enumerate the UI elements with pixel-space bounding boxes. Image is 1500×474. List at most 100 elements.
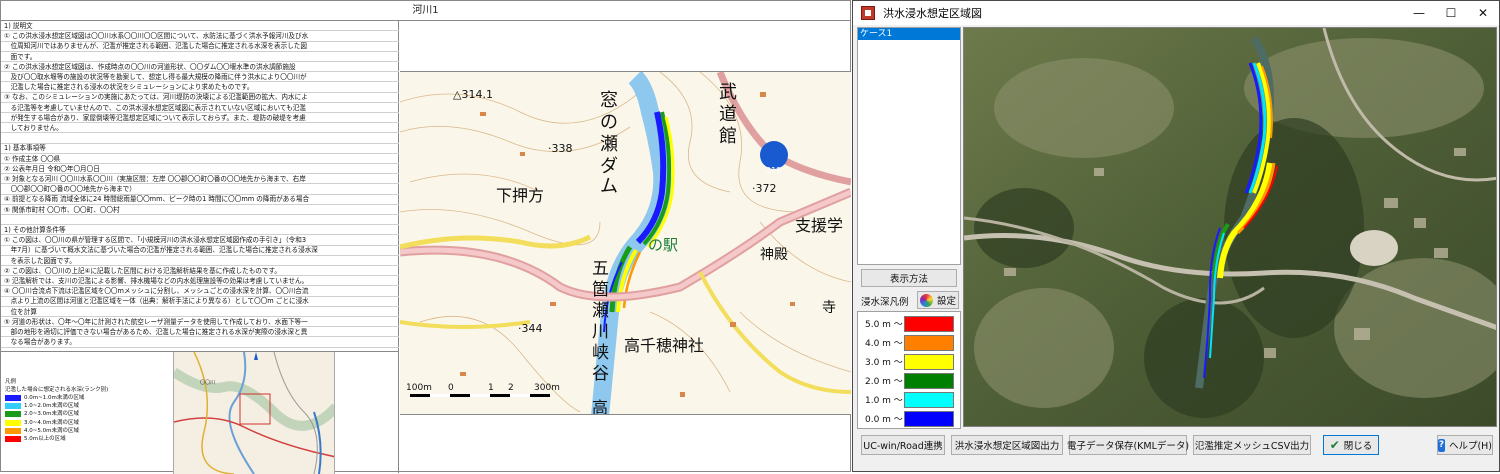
map-taka-char: 高 xyxy=(592,398,609,415)
close-window-button[interactable]: ✕ xyxy=(1467,1,1499,25)
legend-entry-label: 0.0m~1.0m未満の区域 xyxy=(24,395,85,402)
depth-legend-label: 浸水深凡例 xyxy=(861,297,909,308)
scale-2: 2 xyxy=(508,383,514,393)
legend-entry-label: 4.0~5.0m未満の区域 xyxy=(24,427,79,434)
legend-entry: 0.0m~1.0m未満の区域 xyxy=(5,394,108,402)
document-title: 河川1 xyxy=(1,1,850,21)
document-text-line: 面です。 xyxy=(1,52,399,62)
depth-legend-color-swatch[interactable] xyxy=(904,353,954,370)
document-text-line: ② この洪水浸水想定区域図は、作成時点の〇〇川の河道形状、〇〇ダム〇〇堰水準の洪… xyxy=(1,62,399,73)
legend-entry-label: 1.0~2.0m未満の区域 xyxy=(24,403,79,410)
legend-swatch xyxy=(5,419,21,426)
document-text-line: ⑤ 関係市町村 〇〇市、〇〇町、〇〇村 xyxy=(1,205,399,215)
depth-legend-table: 5.0 m ～ 4.0 m ～ 3.0 m ～ 2.0 m ～ 1.0 m ～ 0.0 m… xyxy=(857,311,961,429)
depth-legend-color-swatch[interactable] xyxy=(904,334,954,351)
depth-legend-value: 5.0 m ～ xyxy=(865,320,903,330)
route-218-sign: 218 xyxy=(766,166,782,175)
document-text-line: ⑤ 河道の形状は、〇年～〇年に計測された航空レーザ測量データを使用して作成してお… xyxy=(1,317,399,328)
window-titlebar[interactable]: 洪水浸水想定区域図 — ☐ ✕ xyxy=(853,1,1499,25)
map-shinden: 神殿 xyxy=(760,247,788,263)
map-dam-char-5: ム xyxy=(600,176,618,197)
settings-label: 設定 xyxy=(936,296,956,307)
map-output-button[interactable]: 洪水浸水想定区域図出力 xyxy=(951,435,1063,455)
case-list-item[interactable]: ケース1 xyxy=(858,28,960,40)
document-text-line: しておりません。 xyxy=(1,123,399,134)
map-elevation-338: ·338 xyxy=(548,142,573,155)
inset-river-label: 〇〇川 xyxy=(200,380,215,386)
depth-legend-value: 4.0 m ～ xyxy=(865,339,903,349)
legend-entry: 5.0m以上の区域 xyxy=(5,435,108,443)
depth-legend-color-swatch[interactable] xyxy=(904,315,954,332)
settings-button[interactable]: 設定 xyxy=(917,291,959,309)
help-label: ヘルプ(H) xyxy=(1448,441,1492,452)
app-icon xyxy=(861,6,875,20)
kml-save-button[interactable]: 電子データ保存(KMLデータ) xyxy=(1067,435,1189,455)
depth-legend-value: 2.0 m ～ xyxy=(865,377,903,387)
document-text-line: 1) 基本事項等 xyxy=(1,143,399,154)
report-document: 河川1 1) 説明文 ① この洪水浸水想定区域図は〇〇川水系〇〇川〇〇区間について… xyxy=(0,0,851,474)
document-text-line: 1) 説明文 xyxy=(1,21,399,32)
map-support-school: 支援学 xyxy=(795,216,844,235)
depth-legend-row: 2.0 m ～ xyxy=(858,371,960,390)
depth-legend-row: 5.0 m ～ xyxy=(858,314,960,333)
minimize-button[interactable]: — xyxy=(1403,1,1435,25)
depth-legend: 凡例 氾濫した場合に想定される水深(ランク別) 0.0m~1.0m未満の区域 1.… xyxy=(5,378,108,443)
check-icon: ✔ xyxy=(1329,438,1340,452)
map-temple: 寺 xyxy=(822,300,836,316)
bottom-button-bar: UC-win/Road連携 洪水浸水想定区域図出力 電子データ保存(KMLデータ… xyxy=(853,429,1499,471)
document-text-line: 〇〇郡〇〇町〇番の〇〇地先から海まで） xyxy=(1,184,399,195)
document-text-line: ① この洪水浸水想定区域図は〇〇川水系〇〇川〇〇区間について、水防法に基づく洪水… xyxy=(1,31,399,42)
document-text-line: 氾濫した場合に推定される浸水の状況をシミュレーションにより求めたものです。 xyxy=(1,82,399,93)
display-method-button[interactable]: 表示方法 xyxy=(861,269,957,287)
legend-entry: 2.0~3.0m未満の区域 xyxy=(5,410,108,418)
legend-entry-label: 2.0~3.0m未満の区域 xyxy=(24,411,79,418)
help-icon: ? xyxy=(1438,438,1445,452)
inset-location-map: 〇〇川 xyxy=(173,352,335,474)
document-text-line: 位周知河川ではありませんが、氾濫が推定される範囲、氾濫した場合に推定される水深を… xyxy=(1,41,399,52)
document-text-line: 部の地形を適切に評価できない場合があるため、氾濫した場合に推定される水深が実際の… xyxy=(1,327,399,338)
map-station: の駅 xyxy=(648,236,679,254)
color-palette-icon xyxy=(919,293,933,307)
depth-legend-value: 3.0 m ～ xyxy=(865,358,903,368)
scale-300m: 300m xyxy=(534,383,560,393)
depth-legend-color-swatch[interactable] xyxy=(904,372,954,389)
map-takachiho-shrine: 高千穂神社 xyxy=(624,336,705,355)
help-button[interactable]: ? ヘルプ(H) xyxy=(1437,435,1493,455)
document-text-line: ② この図は、〇〇川の上記④に記載した区間における氾濫解析結果を基に作成したもの… xyxy=(1,266,399,277)
document-text-line: ① 作成主体 〇〇県 xyxy=(1,154,399,164)
uc-win-road-link-button[interactable]: UC-win/Road連携 xyxy=(861,435,945,455)
document-text-line: ④ 〇〇川合流点下流は氾濫区域を〇〇mメッシュに分割し、メッシュごとの浸水深を計… xyxy=(1,286,399,297)
flood-map-window: 洪水浸水想定区域図 — ☐ ✕ ケース1 表示方法 浸水深凡例 設定 5.0 m… xyxy=(852,0,1500,472)
document-text-line: 位を計算 xyxy=(1,307,399,317)
mesh-csv-output-button[interactable]: 氾濫推定メッシュCSV出力 xyxy=(1193,435,1311,455)
document-text-line: 点より上流の区間は河道と氾濫区域を一体（出典：解析手法により異なる）として〇〇m… xyxy=(1,296,399,307)
document-text-line: 及び〇〇取水堰等の施設の状況等を勘案して、想定し得る最大規模の降雨に伴う洪水によ… xyxy=(1,72,399,83)
case-list[interactable]: ケース1 xyxy=(857,27,961,265)
legend-entry: 3.0~4.0m未満の区域 xyxy=(5,419,108,427)
legend-swatch xyxy=(5,403,21,410)
depth-legend-color-swatch[interactable] xyxy=(904,410,954,427)
depth-legend-value: 1.0 m ～ xyxy=(865,396,903,406)
document-text-line: ② 公表年月日 令和〇年〇月〇日 xyxy=(1,164,399,175)
legend-entry: 4.0~5.0m未満の区域 xyxy=(5,427,108,435)
depth-legend-row: 1.0 m ～ xyxy=(858,390,960,409)
map-budo-char-3: 館 xyxy=(719,126,737,147)
depth-legend-row: 0.0 m ～ xyxy=(858,409,960,428)
close-dialog-button[interactable]: ✔ 閉じる xyxy=(1323,435,1379,455)
maximize-button[interactable]: ☐ xyxy=(1435,1,1467,25)
depth-legend-value: 0.0 m ～ xyxy=(865,415,903,425)
document-text-line xyxy=(1,133,399,144)
scale-0: 0 xyxy=(448,383,454,393)
map-shimo-oshikata: 下押方 xyxy=(496,186,545,205)
legend-swatch xyxy=(5,395,21,402)
depth-legend-color-swatch[interactable] xyxy=(904,391,954,408)
scale-100m: 100m xyxy=(406,383,432,393)
legend-entry-label: 3.0~4.0m未満の区域 xyxy=(24,419,79,426)
document-text-line: が発生する場合があり、家屋倒壊等氾濫想定区域について表示しておらず。また、堤防の… xyxy=(1,113,399,124)
scale-1: 1 xyxy=(488,383,494,393)
document-text-line: る氾濫等を考慮していませんので、この洪水浸水想定区域図に表示されていない区域にお… xyxy=(1,103,399,113)
topographic-map[interactable]: △314.1 窓 の 瀬 ダ ム 武 道 館 ·338 ·372 ·344 21… xyxy=(400,71,851,415)
legend-entry-label: 5.0m以上の区域 xyxy=(24,436,66,443)
document-text-line: 年7月）に基づいて概水文法に基づいた場合の氾濫が推定される範囲、氾濫した場合に推… xyxy=(1,245,399,256)
aerial-photo-view[interactable] xyxy=(963,27,1497,427)
